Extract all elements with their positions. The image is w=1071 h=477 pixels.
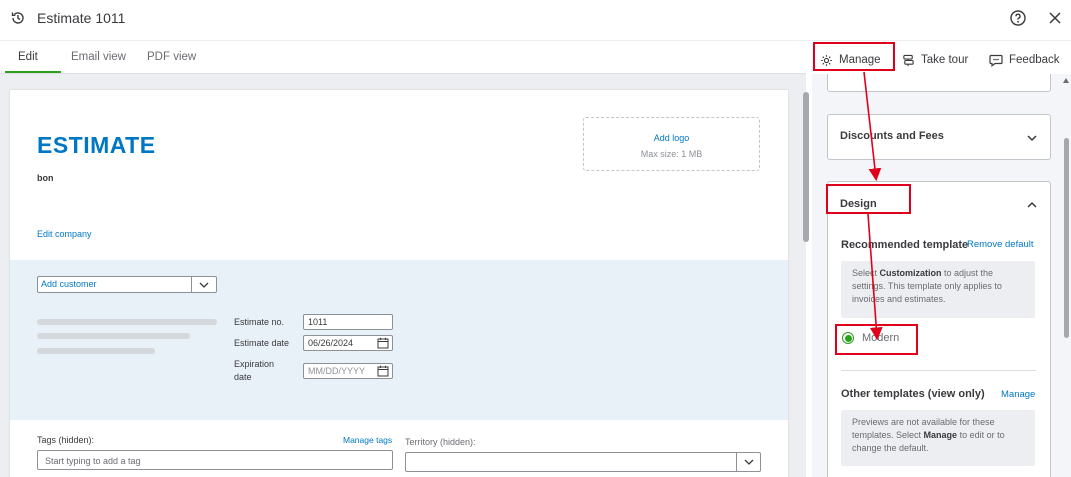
customer-section: Add customer Estimate no. 1011 Estimate … <box>10 260 788 420</box>
customer-placeholder: Add customer <box>41 279 97 289</box>
logo-upload-box[interactable]: Add logo Max size: 1 MB <box>583 117 760 171</box>
address-placeholder-line <box>37 333 190 339</box>
settings-side-panel: Discounts and Fees Design Recommended te… <box>812 74 1071 477</box>
other-templates-manage-link[interactable]: Manage <box>1001 389 1035 400</box>
expiration-date-label: Expiration date <box>234 359 275 382</box>
other-templates-label: Other templates (view only) <box>841 388 985 400</box>
title-bar: Estimate 1011 <box>0 0 1071 38</box>
estimate-date-value: 06/26/2024 <box>308 338 354 348</box>
document-scrollbar[interactable] <box>803 92 809 242</box>
chevron-down-icon[interactable] <box>736 453 760 471</box>
chevron-up-icon[interactable] <box>1026 199 1038 211</box>
collapsed-section-card[interactable] <box>827 74 1051 92</box>
calendar-icon[interactable] <box>377 365 389 377</box>
manage-label: Manage <box>839 54 881 66</box>
signpost-icon <box>903 54 914 66</box>
edit-company-link[interactable]: Edit company <box>37 229 92 239</box>
section-divider <box>841 370 1036 371</box>
calendar-icon[interactable] <box>377 337 389 349</box>
take-tour-label: Take tour <box>921 54 969 66</box>
help-icon[interactable] <box>1009 9 1027 27</box>
window-title: Estimate 1011 <box>37 10 126 26</box>
design-title[interactable]: Design <box>840 198 877 210</box>
estimate-no-input[interactable]: 1011 <box>303 314 393 330</box>
estimate-document-area: ESTIMATE bon Edit company Add logo Max s… <box>0 74 806 477</box>
take-tour-button[interactable]: Take tour <box>902 50 968 70</box>
view-tabs: Edit Email view PDF view Manage Take tou… <box>0 40 1071 74</box>
estimate-heading: ESTIMATE <box>37 132 156 158</box>
customer-select[interactable]: Add customer <box>37 276 217 293</box>
gear-icon <box>821 54 832 66</box>
speech-bubble-icon <box>989 54 1003 67</box>
chevron-down-icon[interactable] <box>1026 132 1038 144</box>
tags-input[interactable]: Start typing to add a tag <box>37 450 393 470</box>
tags-placeholder: Start typing to add a tag <box>45 456 141 466</box>
expiration-date-placeholder: MM/DD/YYYY <box>308 366 366 376</box>
radio-selected[interactable] <box>842 332 854 344</box>
template-option-label: Modern <box>862 332 900 344</box>
feedback-label: Feedback <box>1009 54 1060 66</box>
tab-email-view[interactable]: Email view <box>71 51 126 63</box>
estimate-paper: ESTIMATE bon Edit company Add logo Max s… <box>10 90 788 477</box>
history-icon[interactable] <box>10 10 26 26</box>
manage-emphasis: Manage <box>923 430 958 440</box>
side-panel-scrollbar[interactable] <box>1064 138 1069 338</box>
address-placeholder-line <box>37 319 217 325</box>
scroll-up-arrow-icon[interactable] <box>1063 78 1069 83</box>
feedback-button[interactable]: Feedback <box>989 50 1060 70</box>
company-name: bon <box>37 173 54 183</box>
estimate-no-value: 1011 <box>308 317 328 327</box>
recommended-template-info: Select Customization to adjust the setti… <box>841 261 1035 318</box>
manage-tags-link[interactable]: Manage tags <box>343 435 392 445</box>
recommended-template-label: Recommended template <box>841 239 969 251</box>
tab-edit[interactable]: Edit <box>18 51 38 63</box>
tags-label: Tags (hidden): <box>37 435 95 445</box>
expiration-date-input[interactable]: MM/DD/YYYY <box>303 363 393 379</box>
territory-select[interactable] <box>405 452 761 472</box>
close-icon[interactable] <box>1046 9 1064 27</box>
info-text: Select <box>852 268 880 278</box>
discounts-fees-section[interactable]: Discounts and Fees <box>827 114 1051 160</box>
estimate-date-input[interactable]: 06/26/2024 <box>303 335 393 351</box>
chevron-down-icon[interactable] <box>191 277 216 292</box>
add-logo-link[interactable]: Add logo <box>584 133 759 143</box>
estimate-date-label: Estimate date <box>234 338 290 348</box>
discounts-fees-title: Discounts and Fees <box>840 130 944 142</box>
customization-emphasis: Customization <box>879 268 942 278</box>
tab-pdf-view[interactable]: PDF view <box>147 51 196 63</box>
manage-button[interactable]: Manage <box>820 50 881 70</box>
territory-label: Territory (hidden): <box>405 437 476 447</box>
address-placeholder-line <box>37 348 155 354</box>
logo-max-size: Max size: 1 MB <box>640 149 703 159</box>
remove-default-link[interactable]: Remove default <box>967 239 1034 250</box>
other-templates-info: Previews are not available for these tem… <box>841 410 1035 466</box>
estimate-no-label: Estimate no. <box>234 317 285 327</box>
template-option-modern[interactable]: Modern <box>842 332 899 344</box>
